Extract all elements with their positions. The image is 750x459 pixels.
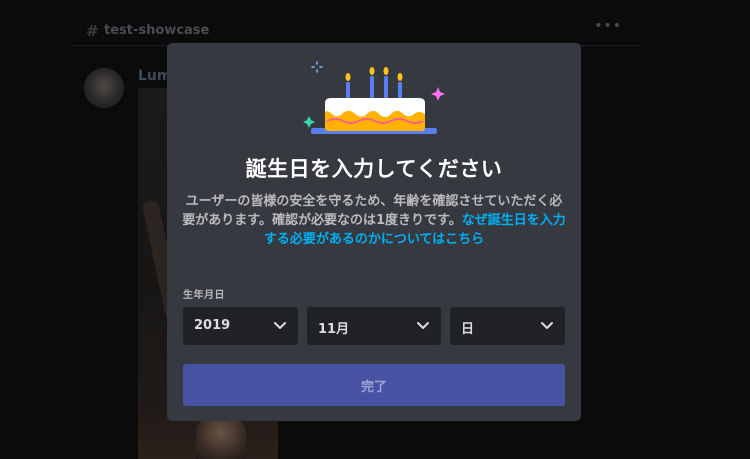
image-detail: [196, 415, 246, 459]
channel-name: test-showcase: [104, 23, 210, 38]
birthday-cake-icon: [303, 61, 445, 134]
date-of-birth-label: 生年月日: [183, 290, 225, 301]
chevron-down-icon: [417, 322, 429, 329]
month-value: 11月: [318, 322, 350, 337]
year-value: 2019: [194, 318, 231, 333]
done-button[interactable]: 完了: [183, 364, 565, 406]
chevron-down-icon: [541, 322, 553, 329]
day-select[interactable]: 日: [450, 307, 565, 345]
modal-description: ユーザーの皆様の安全を守るため、年齢を確認させていただく必要があります。確認が必…: [181, 192, 567, 249]
month-select[interactable]: 11月: [307, 307, 441, 345]
avatar: [84, 68, 124, 108]
sparkle-icon: [311, 61, 323, 73]
chevron-down-icon: [274, 322, 286, 329]
more-horizontal-icon[interactable]: •••: [594, 18, 622, 34]
year-select[interactable]: 2019: [183, 307, 298, 345]
hashtag-icon: #: [86, 22, 99, 40]
sparkle-icon: [303, 116, 315, 128]
day-placeholder: 日: [461, 322, 475, 337]
modal-title: 誕生日を入力してください: [245, 157, 503, 181]
sparkle-icon: [431, 87, 445, 101]
channel-header: # test-showcase •••: [72, 18, 642, 46]
birthday-modal: 誕生日を入力してください ユーザーの皆様の安全を守るため、年齢を確認させていただ…: [167, 43, 581, 421]
